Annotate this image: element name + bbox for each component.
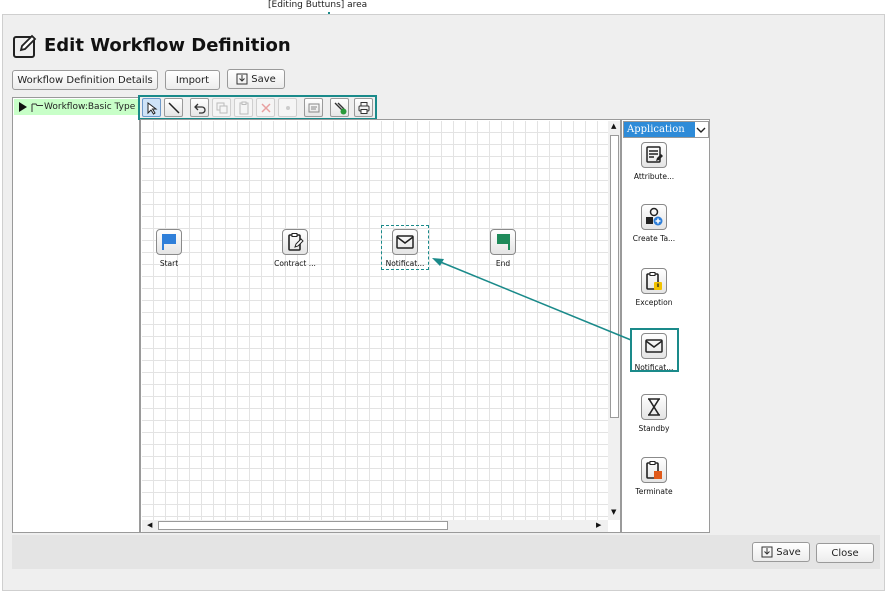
close-button-label: Close: [831, 547, 859, 559]
save-icon: [761, 546, 773, 558]
footer-save-label: Save: [776, 546, 801, 558]
close-button[interactable]: Close: [816, 543, 874, 563]
bottom-action-bar: [12, 535, 880, 569]
drag-annotation-arrow: [432, 258, 632, 341]
footer-save-button[interactable]: Save: [752, 542, 810, 562]
